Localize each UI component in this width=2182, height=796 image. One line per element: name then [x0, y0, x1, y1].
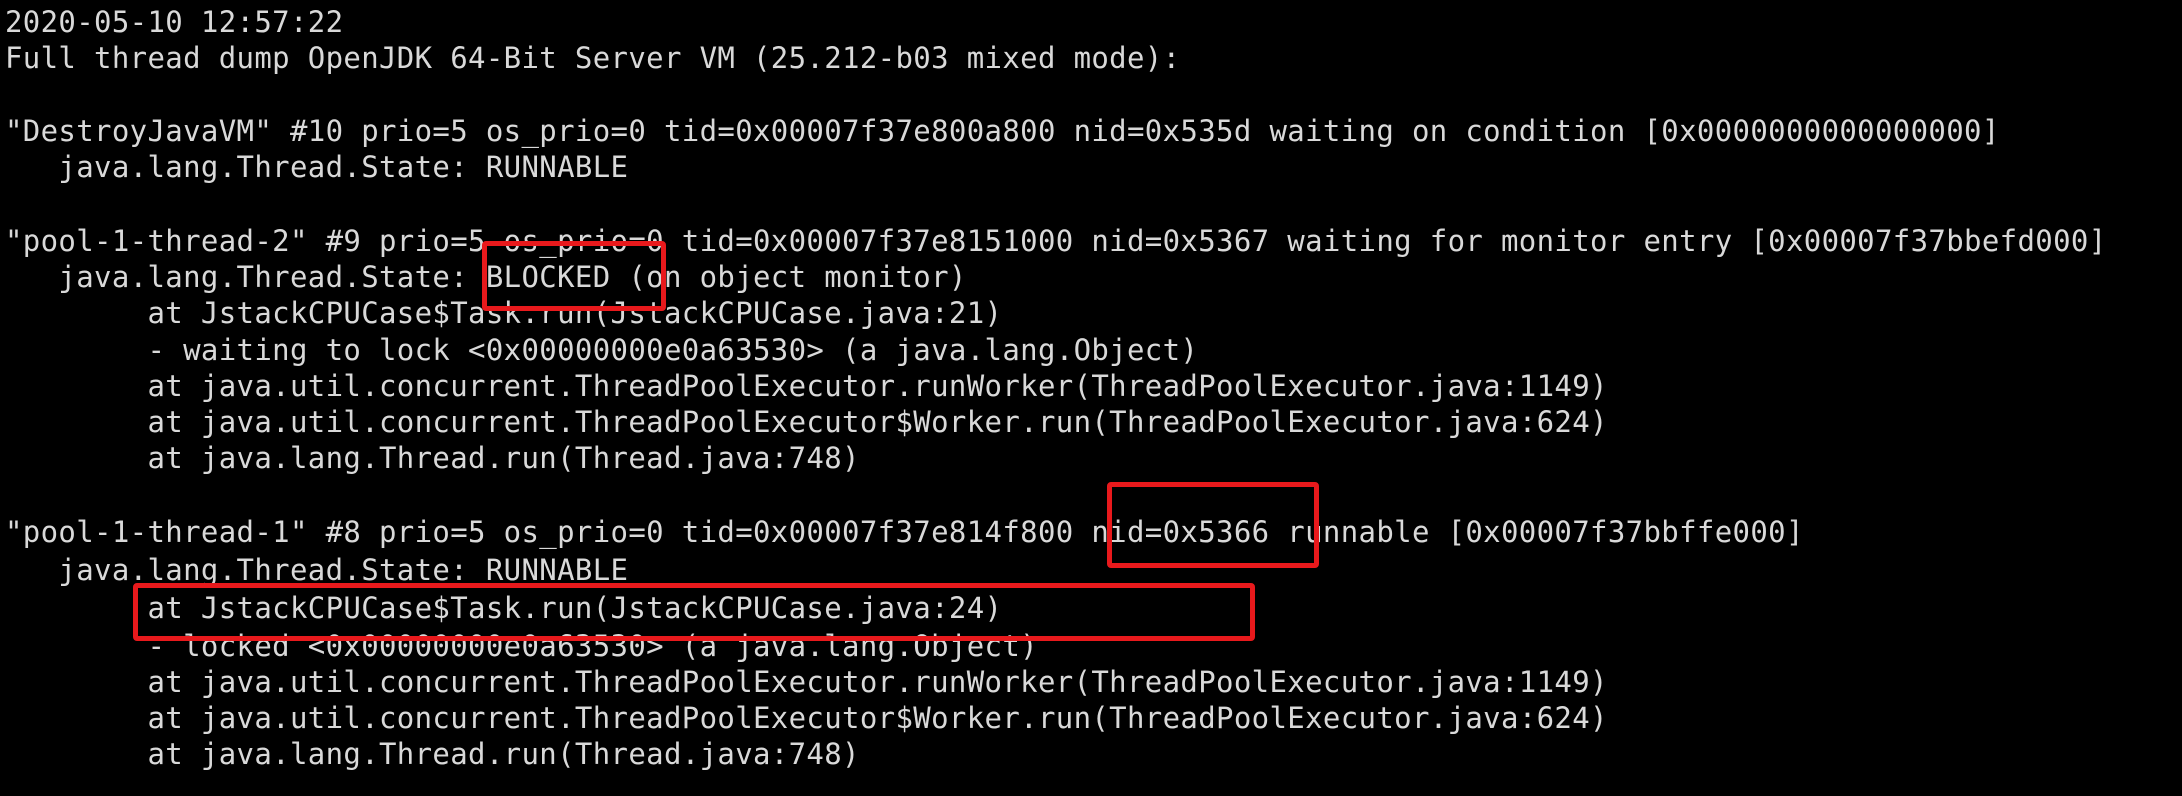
stack-frame-line: at java.util.concurrent.ThreadPoolExecut… [5, 369, 1608, 403]
terminal-window: 2020-05-10 12:57:22 Full thread dump Ope… [0, 0, 2182, 796]
stack-frame-line: - locked <0x00000000e0a63530> (a java.la… [5, 629, 1038, 663]
stack-frame-line: at JstackCPUCase$Task.run(JstackCPUCase.… [5, 591, 1003, 625]
dump-timestamp: 2020-05-10 12:57:22 [5, 5, 344, 39]
stack-frame-line: at JstackCPUCase$Task.run(JstackCPUCase.… [5, 296, 1003, 330]
stack-frame-line: at java.util.concurrent.ThreadPoolExecut… [5, 701, 1608, 735]
stack-frame-line: at java.lang.Thread.run(Thread.java:748) [5, 737, 860, 771]
thread-state-line: java.lang.Thread.State: RUNNABLE [5, 553, 629, 587]
thread-state-line: java.lang.Thread.State: RUNNABLE [5, 150, 629, 184]
thread-state-line: java.lang.Thread.State: BLOCKED (on obje… [5, 260, 967, 294]
thread-header-pool-1-thread-1: "pool-1-thread-1" #8 prio=5 os_prio=0 ti… [5, 515, 1804, 549]
stack-frame-line: at java.util.concurrent.ThreadPoolExecut… [5, 405, 1608, 439]
stack-frame-line: at java.util.concurrent.ThreadPoolExecut… [5, 665, 1608, 699]
thread-header-pool-1-thread-2: "pool-1-thread-2" #9 prio=5 os_prio=0 ti… [5, 224, 2107, 258]
thread-header-destroyjavavm: "DestroyJavaVM" #10 prio=5 os_prio=0 tid… [5, 114, 2000, 148]
dump-header: Full thread dump OpenJDK 64-Bit Server V… [5, 41, 1181, 75]
stack-frame-line: at java.lang.Thread.run(Thread.java:748) [5, 441, 860, 475]
stack-frame-line: - waiting to lock <0x00000000e0a63530> (… [5, 333, 1199, 367]
